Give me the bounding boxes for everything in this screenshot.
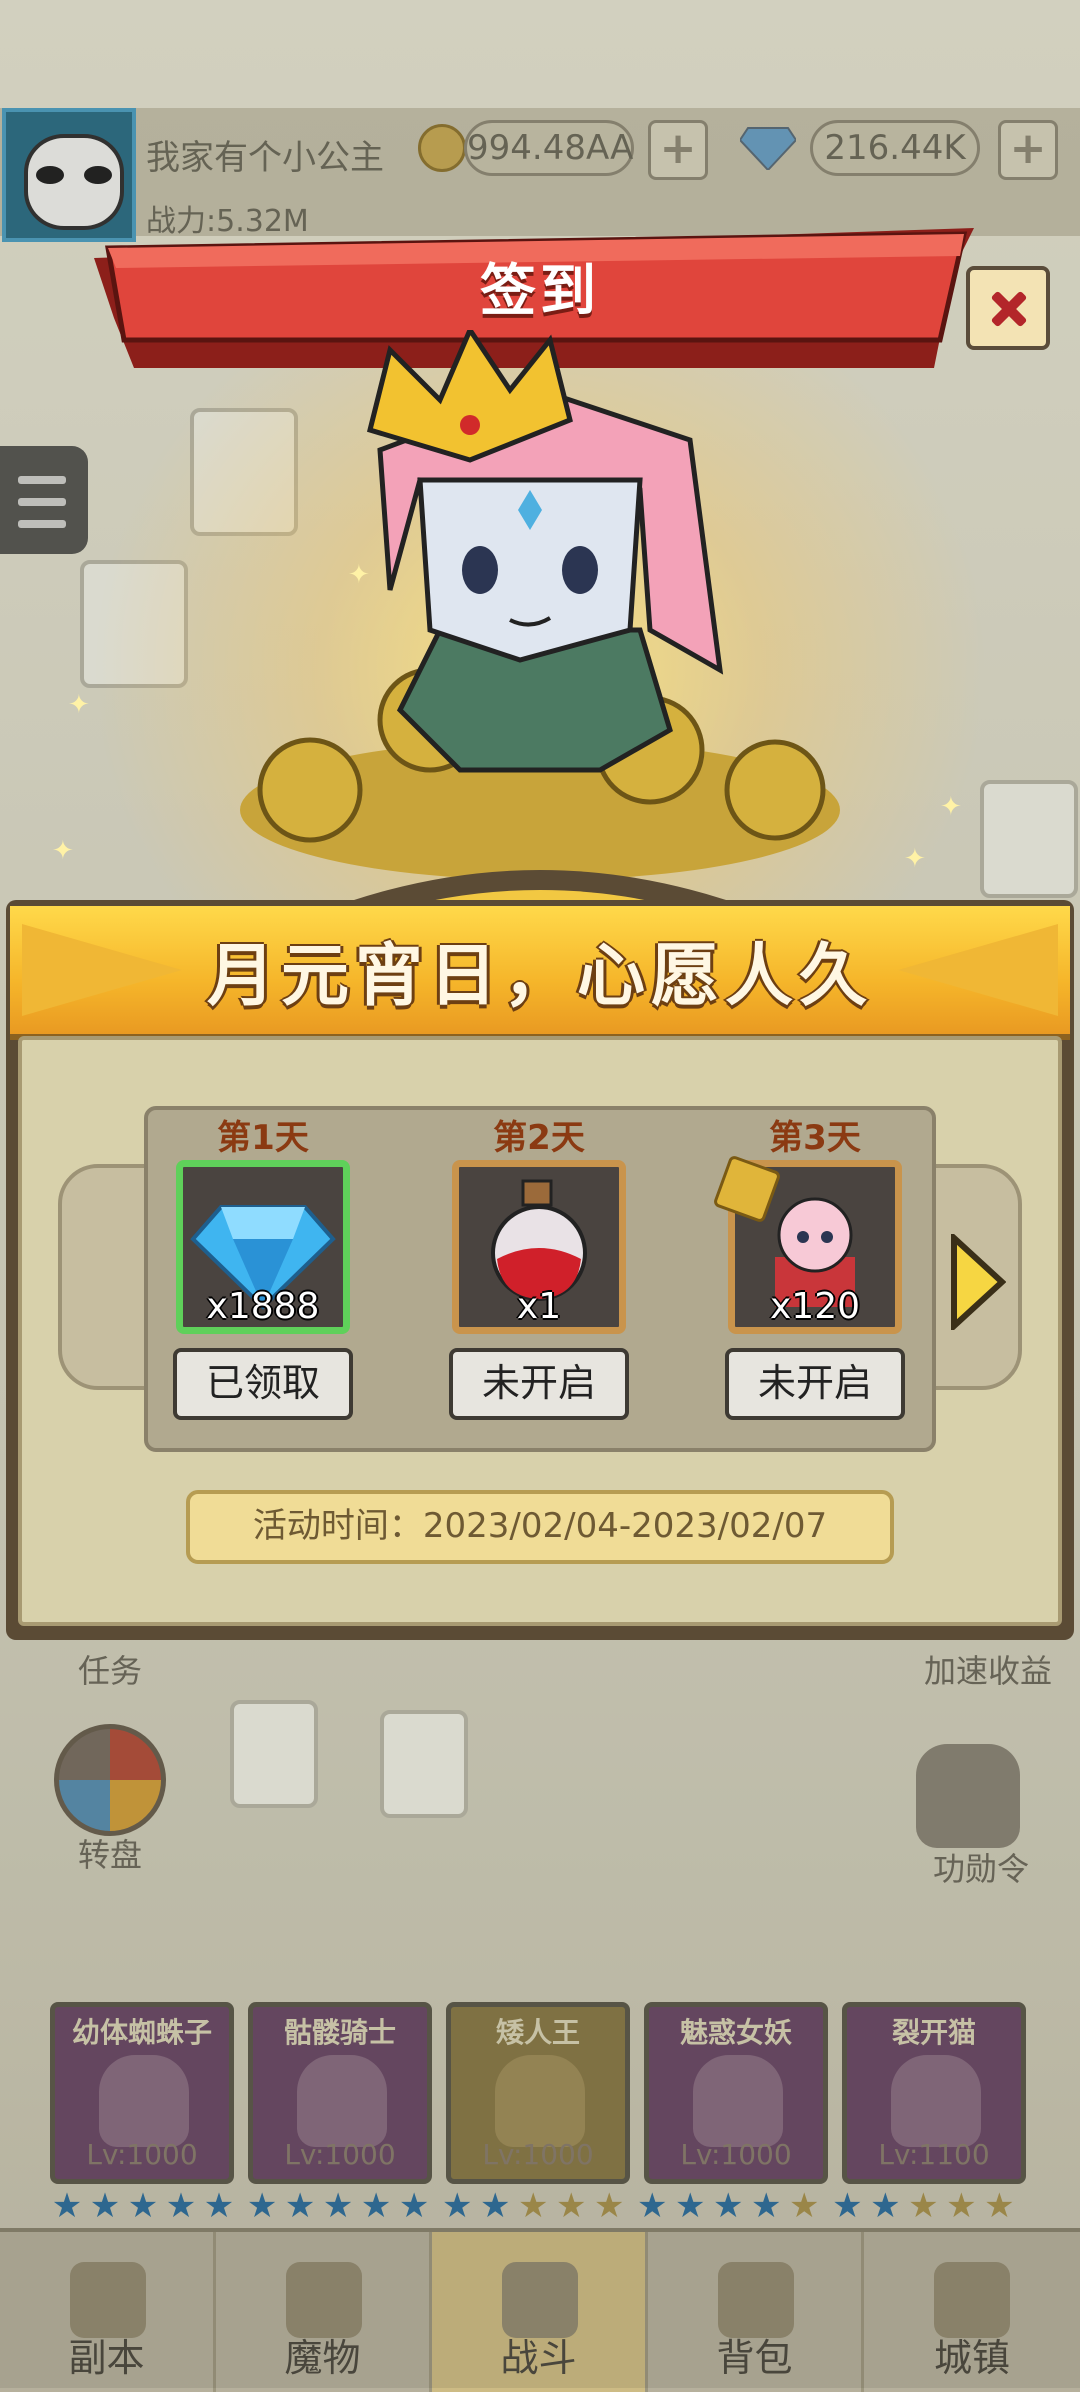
- reward-slot[interactable]: x1888: [176, 1160, 350, 1334]
- sparkle-icon: ✦: [348, 560, 370, 590]
- reward-slot[interactable]: x1: [452, 1160, 626, 1334]
- sparkle-icon: ✦: [940, 792, 962, 822]
- sparkle-icon: ✦: [52, 836, 74, 866]
- claimed-button[interactable]: 已领取: [173, 1348, 353, 1420]
- day-label: 第2天: [493, 1118, 585, 1158]
- day-label: 第1天: [217, 1118, 309, 1158]
- reward-quantity: x1: [516, 1286, 562, 1327]
- day-reward: 第2天 x1 未开启: [444, 1116, 634, 1420]
- sparkle-icon: ✦: [68, 690, 90, 720]
- not-started-button[interactable]: 未开启: [725, 1348, 905, 1420]
- reward-quantity: x120: [769, 1286, 861, 1327]
- sparkle-icon: ✦: [904, 844, 926, 874]
- next-arrow-icon[interactable]: [950, 1234, 1006, 1330]
- event-banner-title: 月元宵日，心愿人久: [206, 937, 873, 1016]
- reward-quantity: x1888: [206, 1286, 320, 1327]
- not-started-button[interactable]: 未开启: [449, 1348, 629, 1420]
- day-reward: 第1天 x1888 已领取: [168, 1116, 358, 1420]
- close-button[interactable]: [966, 266, 1050, 350]
- day-label: 第3天: [769, 1118, 861, 1158]
- activity-time: 活动时间：2023/02/04-2023/02/07: [186, 1490, 894, 1564]
- dialog-title: 签到: [480, 259, 600, 324]
